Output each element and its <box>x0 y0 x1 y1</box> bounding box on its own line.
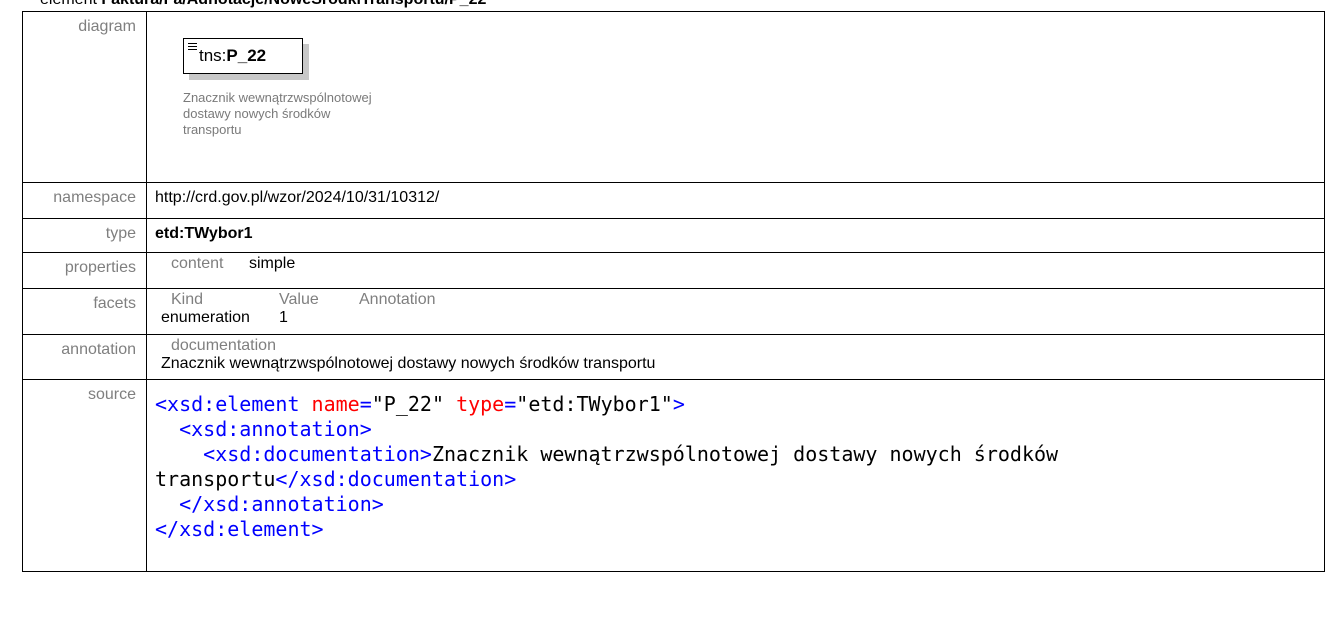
heading-path: Faktura/Fa/Adnotacje/NoweSrodkiTransport… <box>101 0 486 8</box>
facets-label: facets <box>22 288 147 335</box>
namespace-value: http://crd.gov.pl/wzor/2024/10/31/10312/ <box>146 182 1325 219</box>
type-label: type <box>22 218 147 253</box>
element-prefix: tns: <box>199 46 227 65</box>
facets-table: Kind Value Annotation enumeration 1 <box>161 291 1324 327</box>
facets-header-annotation: Annotation <box>359 291 436 308</box>
diagram-row: diagram tns:P_22 Znacznik wewnątrzwspóln… <box>22 11 1325 183</box>
element-doc-table: diagram tns:P_22 Znacznik wewnątrzwspóln… <box>22 11 1325 572</box>
facets-row: facets Kind Value Annotation enumeration… <box>22 288 1325 335</box>
annotation-text: Znacznik wewnątrzwspólnotowej dostawy no… <box>161 355 656 372</box>
properties-content: content simple <box>171 255 1324 273</box>
facets-kind: enumeration <box>161 309 250 326</box>
annotation-label: annotation <box>22 334 147 380</box>
diagram-label: diagram <box>22 11 147 183</box>
diagram-canvas: tns:P_22 Znacznik wewnątrzwspólnotowej d… <box>155 18 1324 178</box>
properties-row: properties content simple <box>22 252 1325 289</box>
namespace-label: namespace <box>22 182 147 219</box>
properties-key: content <box>171 255 224 272</box>
facets-header-kind: Kind <box>171 291 204 308</box>
facets-value: 1 <box>279 309 288 326</box>
facets-header-value: Value <box>279 291 319 308</box>
properties-value: simple <box>249 255 296 272</box>
facets-annotation <box>359 309 479 327</box>
page-heading: element Faktura/Fa/Adnotacje/NoweSrodkiT… <box>40 0 486 9</box>
element-name: P_22 <box>226 46 267 65</box>
properties-label: properties <box>22 252 147 289</box>
annotation-row: annotation documentation Znacznik wewnąt… <box>22 334 1325 380</box>
element-node[interactable]: tns:P_22 <box>183 38 303 74</box>
type-row: type etd:TWybor1 <box>22 218 1325 253</box>
source-code: <xsd:element name="P_22" type="etd:TWybo… <box>155 392 1071 541</box>
heading-prefix: element <box>40 0 101 8</box>
type-value[interactable]: etd:TWybor1 <box>146 218 1325 253</box>
element-doc-text: Znacznik wewnątrzwspólnotowej dostawy no… <box>183 90 372 137</box>
element-lines-icon <box>188 43 197 52</box>
source-label: source <box>22 379 147 572</box>
annotation-header: documentation <box>171 337 276 354</box>
namespace-row: namespace http://crd.gov.pl/wzor/2024/10… <box>22 182 1325 219</box>
source-row: source <xsd:element name="P_22" type="et… <box>22 379 1325 572</box>
